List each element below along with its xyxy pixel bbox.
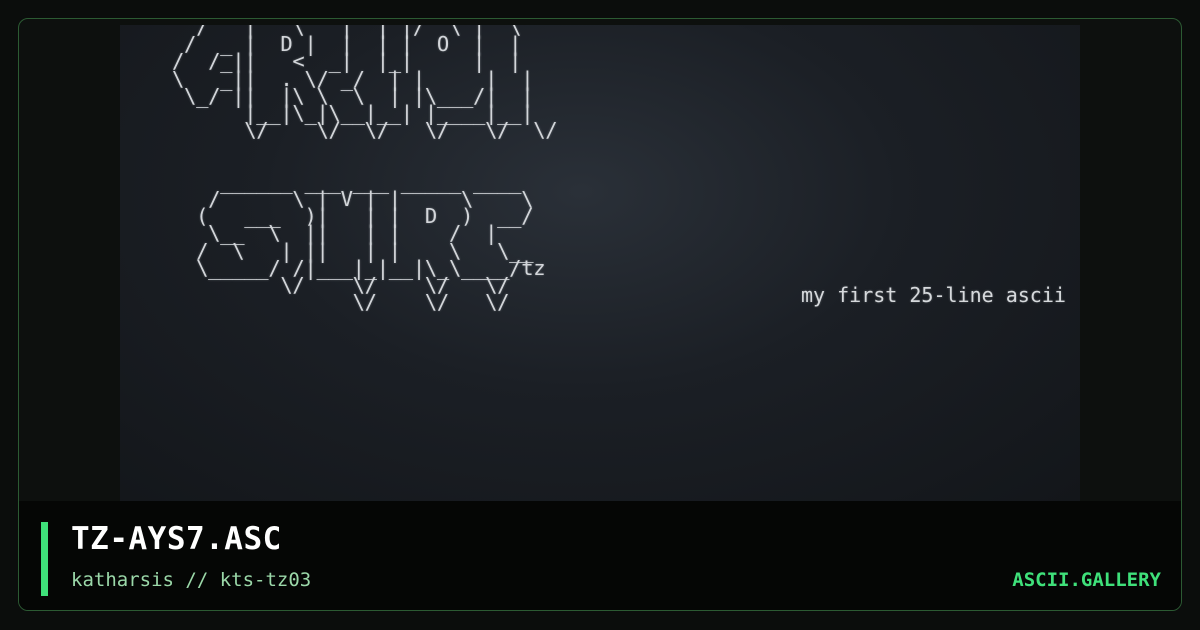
artwork-title: TZ-AYS7.ASC [71,521,282,557]
ascii-art-caption: my first 25-line ascii [801,283,1066,307]
artwork-author-id: katharsis // kts-tz03 [71,569,312,591]
ascii-art-text: / | \ | | |/ \ | \ / _ | D | | | | O | |… [172,25,558,315]
artwork-card: / | \ | | |/ \ | \ / _ | D | | | | O | |… [18,18,1182,611]
site-brand-link[interactable]: ASCII.GALLERY [1012,569,1161,591]
accent-bar [41,522,48,596]
card-footer: TZ-AYS7.ASC katharsis // kts-tz03 ASCII.… [19,501,1181,610]
ascii-art-preview[interactable]: / | \ | | |/ \ | \ / _ | D | | | | O | |… [120,25,1080,501]
